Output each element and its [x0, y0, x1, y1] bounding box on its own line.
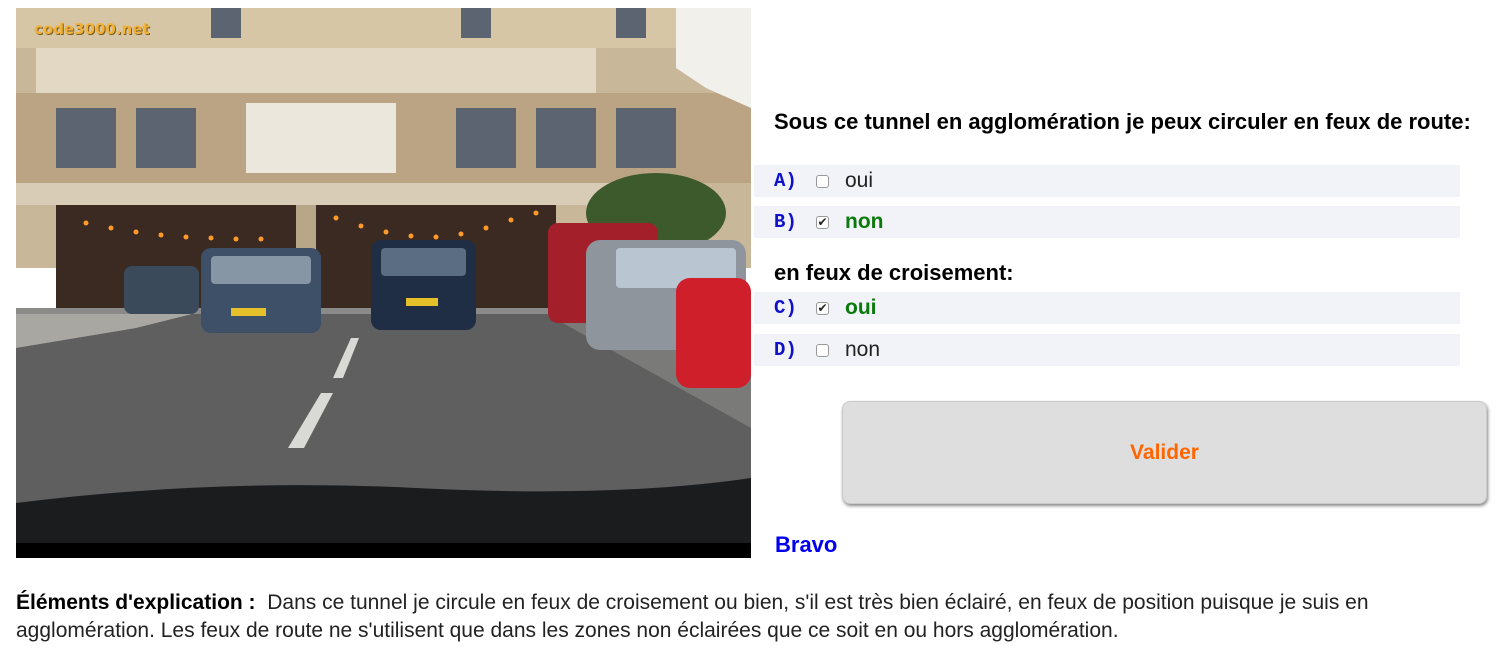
option-b[interactable]: B) ✔ non — [754, 206, 1460, 238]
question-title: Sous ce tunnel en agglomération je peux … — [774, 109, 1471, 134]
option-a[interactable]: A) oui — [754, 165, 1460, 197]
option-letter: D) — [774, 339, 797, 361]
option-checkbox[interactable]: ✔ — [816, 301, 829, 315]
validate-button[interactable]: Valider — [842, 401, 1487, 504]
option-c[interactable]: C) ✔ oui — [754, 292, 1460, 324]
option-label: oui — [845, 296, 877, 319]
result-message: Bravo — [775, 532, 838, 557]
explanation-heading: Éléments d'explication : — [16, 591, 256, 614]
option-checkbox[interactable] — [816, 174, 829, 188]
option-checkbox[interactable] — [816, 343, 829, 357]
question-photo: code3000.net — [16, 8, 751, 558]
option-label: non — [845, 338, 881, 361]
option-d[interactable]: D) non — [754, 334, 1460, 366]
checkmark-icon: ✔ — [817, 301, 828, 315]
watermark-logo: code3000.net — [34, 20, 150, 38]
option-label: non — [845, 210, 884, 233]
option-checkbox[interactable]: ✔ — [816, 215, 829, 229]
option-letter: B) — [774, 211, 797, 233]
checkmark-icon: ✔ — [817, 215, 828, 229]
option-letter: C) — [774, 297, 797, 319]
subquestion-title: en feux de croisement: — [774, 260, 1014, 285]
option-label: oui — [845, 169, 874, 192]
question-panel: Sous ce tunnel en agglomération je peux … — [754, 109, 1486, 366]
option-letter: A) — [774, 170, 797, 192]
explanation: Éléments d'explication : Dans ce tunnel … — [16, 589, 1486, 645]
